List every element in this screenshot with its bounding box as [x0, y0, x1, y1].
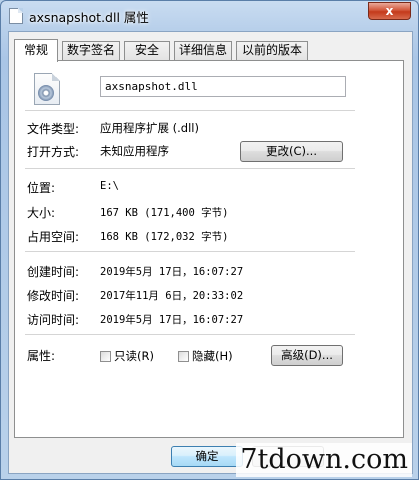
modified-label: 修改时间:	[27, 289, 80, 303]
window-title: axsnapshot.dll 属性	[29, 10, 149, 25]
dialog-client: 常规 数字签名 安全 详细信息 以前的版本 axsnapshot.dll 文件类…	[8, 31, 413, 474]
file-type-value: 应用程序扩展 (.dll)	[100, 121, 199, 135]
size-label: 大小:	[27, 206, 56, 220]
gear-icon	[38, 85, 54, 101]
location-label: 位置:	[27, 181, 56, 195]
open-with-label: 打开方式:	[27, 145, 80, 159]
open-with-value: 未知应用程序	[100, 144, 169, 158]
properties-window: axsnapshot.dll 属性 x 常规 数字签名 安全 详细信息 以前的版…	[0, 0, 419, 480]
title-bar[interactable]: axsnapshot.dll 属性 x	[1, 1, 418, 31]
separator	[25, 251, 355, 252]
checkbox-box	[178, 350, 189, 362]
size-on-disk-label: 占用空间:	[27, 230, 80, 244]
file-icon	[9, 8, 23, 24]
tab-security[interactable]: 安全	[124, 41, 170, 60]
dll-file-icon	[34, 73, 60, 105]
modified-value: 2017年11月 6日，20:33:02	[100, 290, 244, 302]
tab-previous-versions[interactable]: 以前的版本	[236, 41, 308, 60]
separator	[25, 334, 355, 335]
readonly-checkbox[interactable]: 只读(R)	[100, 348, 154, 364]
created-value: 2019年5月 17日，16:07:27	[100, 266, 244, 278]
tab-digital-signatures[interactable]: 数字签名	[62, 41, 120, 60]
tab-details[interactable]: 详细信息	[174, 41, 232, 60]
size-value: 167 KB (171,400 字节)	[100, 207, 229, 219]
attributes-label: 属性:	[27, 349, 56, 363]
file-type-label: 文件类型:	[27, 122, 80, 136]
created-label: 创建时间:	[27, 265, 80, 279]
separator	[25, 110, 355, 111]
hidden-label: 隐藏(H)	[192, 349, 233, 363]
hidden-checkbox[interactable]: 隐藏(H)	[178, 348, 233, 364]
checkbox-box	[100, 350, 111, 362]
accessed-value: 2019年5月 17日，16:07:27	[100, 314, 244, 326]
readonly-label: 只读(R)	[114, 349, 154, 363]
separator	[25, 168, 355, 169]
general-panel: axsnapshot.dll 文件类型: 应用程序扩展 (.dll) 打开方式:…	[14, 60, 404, 438]
location-value: E:\	[100, 180, 119, 192]
tab-general[interactable]: 常规	[14, 39, 58, 62]
accessed-label: 访问时间:	[27, 313, 80, 327]
size-on-disk-value: 168 KB (172,032 字节)	[100, 231, 229, 243]
close-button[interactable]: x	[368, 2, 411, 20]
advanced-button[interactable]: 高级(D)...	[271, 345, 343, 366]
site-watermark: 7tdown.com	[236, 443, 412, 477]
file-name-field[interactable]: axsnapshot.dll	[100, 76, 346, 97]
change-button[interactable]: 更改(C)...	[240, 141, 343, 162]
ok-button[interactable]: 确定	[171, 446, 243, 467]
